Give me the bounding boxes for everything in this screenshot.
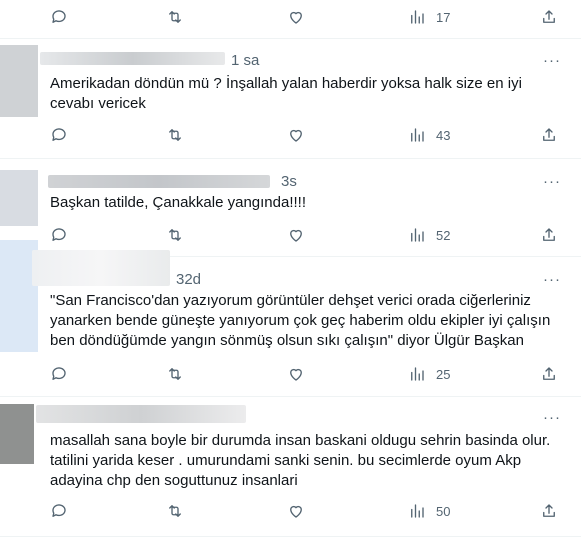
views-count: 43	[436, 127, 451, 143]
tweet-actions: 43	[0, 124, 581, 146]
reply-icon	[52, 128, 66, 141]
like-button[interactable]	[287, 6, 305, 28]
views-icon	[411, 10, 424, 24]
avatar[interactable]	[0, 170, 38, 226]
retweet-icon	[169, 129, 181, 141]
reply-icon	[52, 228, 66, 241]
views-button[interactable]: 17	[408, 6, 450, 28]
views-icon	[411, 367, 424, 381]
reply-button[interactable]	[50, 6, 68, 28]
reply-button[interactable]	[50, 500, 68, 522]
tweet-actions: 52	[0, 224, 581, 246]
share-button[interactable]	[540, 6, 558, 28]
retweet-button[interactable]	[166, 363, 184, 385]
like-button[interactable]	[287, 124, 305, 146]
reply-button[interactable]	[50, 124, 68, 146]
tweet-actions: 17	[0, 6, 581, 28]
views-button[interactable]: 52	[408, 224, 450, 246]
divider	[0, 158, 581, 159]
tweet-actions: 50	[0, 500, 581, 522]
views-count: 17	[436, 9, 451, 25]
share-icon	[543, 504, 555, 517]
reply-button[interactable]	[50, 363, 68, 385]
avatar[interactable]	[0, 45, 38, 117]
tweet-time[interactable]: 32d	[176, 271, 201, 288]
more-options-button[interactable]: ···	[543, 271, 561, 288]
like-icon	[290, 368, 302, 381]
tweet-text: masallah sana boyle bir durumda insan ba…	[50, 432, 551, 489]
reply-icon	[52, 367, 66, 380]
share-button[interactable]	[540, 500, 558, 522]
blurred-username[interactable]	[40, 52, 225, 65]
more-options-button[interactable]: ···	[543, 52, 561, 69]
retweet-button[interactable]	[166, 500, 184, 522]
blurred-username[interactable]	[48, 175, 270, 188]
retweet-icon	[169, 505, 181, 517]
views-count: 50	[436, 503, 451, 519]
views-count: 52	[436, 227, 451, 243]
retweet-button[interactable]	[166, 124, 184, 146]
divider	[0, 38, 581, 39]
retweet-button[interactable]	[166, 224, 184, 246]
like-button[interactable]	[287, 500, 305, 522]
divider	[0, 396, 581, 397]
more-options-button[interactable]: ···	[543, 409, 561, 426]
tweet-text: Amerikadan döndün mü ? İnşallah yalan ha…	[50, 75, 522, 112]
like-button[interactable]	[287, 363, 305, 385]
reply-icon	[52, 10, 66, 23]
tweet-time[interactable]: 1 sa	[231, 52, 259, 69]
retweet-icon	[169, 11, 181, 23]
share-icon	[543, 128, 555, 141]
like-button[interactable]	[287, 224, 305, 246]
share-button[interactable]	[540, 224, 558, 246]
tweet-actions: 25	[0, 363, 581, 385]
retweet-icon	[169, 229, 181, 241]
reply-icon	[52, 504, 66, 517]
like-icon	[290, 129, 302, 142]
share-icon	[543, 10, 555, 23]
views-count: 25	[436, 366, 451, 382]
like-icon	[290, 505, 302, 518]
views-button[interactable]: 25	[408, 363, 450, 385]
share-icon	[543, 367, 555, 380]
reply-button[interactable]	[50, 224, 68, 246]
divider	[0, 536, 581, 537]
share-icon	[543, 228, 555, 241]
tweet-feed: 17 1 sa ··· Amerikadan döndün mü ? İnşal…	[0, 0, 581, 548]
avatar[interactable]	[0, 404, 34, 464]
blurred-username[interactable]	[32, 250, 170, 286]
views-icon	[411, 228, 424, 242]
tweet-text: "San Francisco'dan yazıyorum görüntüler …	[50, 292, 551, 349]
retweet-icon	[169, 368, 181, 380]
more-options-button[interactable]: ···	[543, 173, 561, 190]
share-button[interactable]	[540, 363, 558, 385]
views-button[interactable]: 43	[408, 124, 450, 146]
blurred-username[interactable]	[36, 405, 246, 423]
retweet-button[interactable]	[166, 6, 184, 28]
tweet-time[interactable]: 3s	[281, 173, 297, 190]
share-button[interactable]	[540, 124, 558, 146]
views-icon	[411, 504, 424, 518]
tweet-text: Başkan tatilde, Çanakkale yangında!!!!	[50, 194, 306, 211]
like-icon	[290, 229, 302, 242]
views-icon	[411, 128, 424, 142]
views-button[interactable]: 50	[408, 500, 450, 522]
like-icon	[290, 11, 302, 24]
